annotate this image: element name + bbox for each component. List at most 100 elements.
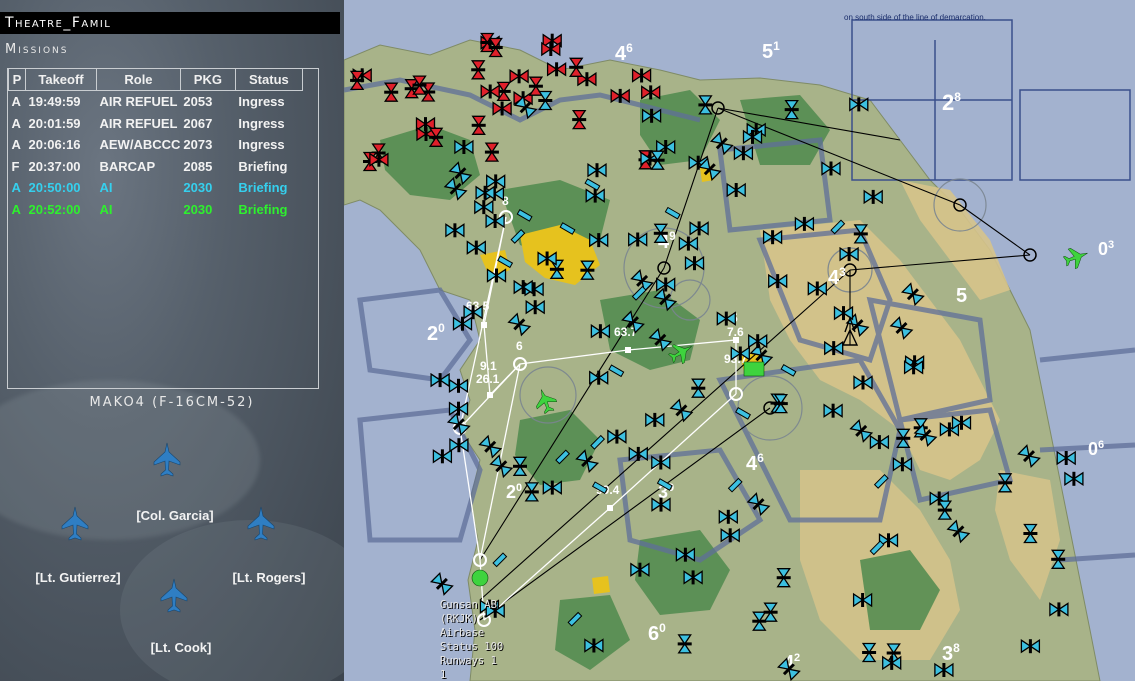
friendly-unit-icon[interactable] (896, 428, 911, 448)
enemy-unit-icon[interactable] (568, 57, 584, 77)
column-header-role[interactable]: Role (96, 69, 181, 91)
friendly-unit-icon[interactable] (1064, 471, 1084, 487)
jet-icon[interactable] (247, 506, 275, 542)
friendly-unit-icon[interactable] (1023, 523, 1038, 544)
enemy-unit-icon[interactable] (383, 82, 399, 102)
friendly-unit-icon[interactable] (807, 281, 827, 296)
friendly-unit-icon[interactable] (584, 638, 604, 653)
friendly-unit-icon[interactable] (454, 139, 474, 155)
enemy-unit-icon[interactable] (641, 85, 661, 100)
friendly-unit-icon[interactable] (486, 268, 507, 283)
jet-icon[interactable] (61, 506, 89, 542)
friendly-unit-icon[interactable] (861, 642, 877, 663)
friendly-unit-icon[interactable] (485, 213, 505, 229)
friendly-unit-icon[interactable] (748, 333, 768, 349)
enemy-unit-icon[interactable] (471, 115, 486, 135)
friendly-unit-icon[interactable] (589, 370, 609, 385)
friendly-unit-icon[interactable] (951, 415, 972, 431)
friendly-unit-icon[interactable] (653, 223, 669, 243)
enemy-unit-icon[interactable] (546, 62, 567, 77)
friendly-unit-icon[interactable] (863, 189, 883, 205)
column-header-pkg[interactable]: PKG (179, 69, 236, 91)
enemy-unit-icon[interactable] (610, 88, 630, 104)
friendly-unit-icon[interactable] (839, 246, 859, 262)
friendly-unit-icon[interactable] (726, 182, 746, 198)
friendly-unit-icon[interactable] (773, 393, 789, 414)
enemy-unit-icon[interactable] (492, 101, 512, 116)
friendly-unit-icon[interactable] (716, 311, 736, 326)
friendly-unit-icon[interactable] (585, 188, 605, 203)
column-header-p[interactable]: P (8, 69, 26, 91)
friendly-unit-icon[interactable] (628, 446, 648, 462)
friendly-unit-icon[interactable] (651, 497, 671, 512)
friendly-unit-icon[interactable] (651, 455, 671, 470)
friendly-unit-icon[interactable] (776, 568, 791, 588)
friendly-unit-icon[interactable] (590, 323, 611, 339)
friendly-unit-icon[interactable] (698, 95, 713, 115)
friendly-unit-icon[interactable] (445, 223, 465, 238)
friendly-unit-icon[interactable] (720, 528, 740, 543)
enemy-unit-icon[interactable] (428, 127, 444, 147)
friendly-unit-icon[interactable] (607, 429, 627, 444)
friendly-unit-icon[interactable] (463, 304, 483, 320)
jet-icon[interactable] (160, 578, 188, 614)
enemy-unit-icon[interactable] (509, 69, 529, 84)
mission-row[interactable]: A 20:52:00 AI 2030 Briefing (9, 199, 303, 221)
column-header-takeoff[interactable]: Takeoff (25, 69, 97, 91)
friendly-unit-icon[interactable] (733, 145, 754, 161)
friendly-unit-icon[interactable] (762, 229, 783, 245)
friendly-unit-icon[interactable] (824, 340, 844, 356)
column-header-status[interactable]: Status (234, 69, 303, 91)
friendly-unit-icon[interactable] (853, 224, 869, 244)
friendly-unit-icon[interactable] (448, 401, 469, 416)
friendly-unit-icon[interactable] (1020, 638, 1041, 654)
friendly-unit-icon[interactable] (448, 378, 469, 394)
friendly-unit-icon[interactable] (869, 434, 890, 450)
enemy-unit-icon[interactable] (349, 70, 365, 91)
mission-row[interactable]: A 20:50:00 AI 2030 Briefing (9, 177, 303, 199)
mission-list[interactable]: P Takeoff Role PKG Status A 19:49:59 AIR R… (7, 68, 319, 389)
enemy-unit-icon[interactable] (541, 41, 561, 57)
friendly-unit-icon[interactable] (937, 500, 953, 520)
friendly-unit-icon[interactable] (794, 216, 815, 232)
friendly-unit-icon[interactable] (1056, 450, 1076, 466)
enemy-unit-icon[interactable] (369, 152, 389, 167)
mission-row[interactable]: A 20:01:59 AIR REFUEL 2067 Ingress (9, 113, 303, 135)
friendly-unit-icon[interactable] (853, 375, 873, 390)
enemy-unit-icon[interactable] (470, 60, 486, 80)
friendly-unit-icon[interactable] (474, 199, 494, 215)
friendly-unit-icon[interactable] (475, 185, 495, 201)
friendly-unit-icon[interactable] (537, 251, 557, 266)
theatre-map[interactable]: 8 63.5 63.7 5 7.6 6 99.4 9.1 26.1 93.7 4… (344, 0, 1135, 681)
friendly-unit-icon[interactable] (628, 232, 648, 247)
friendly-unit-icon[interactable] (784, 99, 799, 120)
friendly-unit-icon[interactable] (997, 473, 1013, 493)
friendly-unit-icon[interactable] (524, 482, 540, 502)
friendly-unit-icon[interactable] (645, 412, 665, 428)
friendly-unit-icon[interactable] (892, 457, 913, 472)
friendly-unit-icon[interactable] (742, 129, 763, 145)
friendly-unit-icon[interactable] (821, 161, 841, 176)
friendly-unit-icon[interactable] (675, 547, 696, 562)
friendly-unit-icon[interactable] (689, 221, 709, 236)
friendly-unit-icon[interactable] (513, 279, 533, 295)
friendly-unit-icon[interactable] (691, 378, 706, 398)
friendly-unit-icon[interactable] (630, 562, 650, 577)
friendly-unit-icon[interactable] (684, 255, 705, 271)
friendly-unit-icon[interactable] (538, 90, 553, 111)
enemy-unit-icon[interactable] (571, 109, 587, 130)
mission-row[interactable]: A 19:49:59 AIR REFUEL 2053 Ingress (9, 91, 303, 113)
friendly-unit-icon[interactable] (430, 372, 450, 388)
friendly-unit-icon[interactable] (589, 232, 609, 248)
map-canvas[interactable]: 8 63.5 63.7 5 7.6 6 99.4 9.1 26.1 93.7 4… (344, 0, 1135, 681)
friendly-unit-icon[interactable] (449, 437, 469, 453)
enemy-unit-icon[interactable] (484, 142, 500, 162)
friendly-unit-icon[interactable] (650, 150, 665, 170)
friendly-unit-icon[interactable] (587, 162, 607, 178)
friendly-unit-icon[interactable] (641, 108, 662, 124)
enemy-unit-icon[interactable] (480, 84, 500, 99)
mission-row[interactable]: A 20:06:16 AEW/ABCCC 2073 Ingress (9, 134, 303, 156)
friendly-unit-icon[interactable] (432, 449, 453, 464)
enemy-unit-icon[interactable] (631, 68, 652, 83)
friendly-unit-icon[interactable] (466, 240, 486, 255)
